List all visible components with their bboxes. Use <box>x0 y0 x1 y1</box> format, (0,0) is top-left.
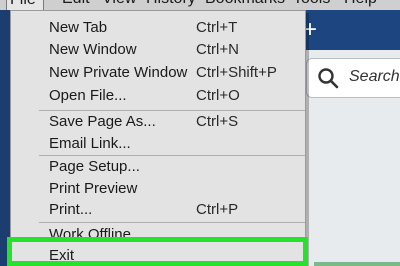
menu-item-new-tab[interactable]: New Tab Ctrl+T <box>11 16 305 38</box>
search-box[interactable]: Search <box>306 58 400 98</box>
search-placeholder: Search <box>349 68 400 85</box>
exit-highlight-box <box>7 237 308 266</box>
window-edge <box>0 10 10 266</box>
menu-item-save-page-as[interactable]: Save Page As... Ctrl+S <box>11 110 305 132</box>
menu-tools[interactable]: Tools <box>293 0 330 8</box>
menu-item-label: Email Link... <box>49 135 131 152</box>
menu-item-shortcut: Ctrl+P <box>196 201 239 218</box>
menu-item-label: New Private Window <box>49 64 188 81</box>
menu-item-label: Print Preview <box>49 180 138 197</box>
menu-item-new-window[interactable]: New Window Ctrl+N <box>11 38 305 60</box>
status-strip <box>314 262 400 266</box>
menu-item-shortcut: Ctrl+S <box>196 113 239 130</box>
menu-item-open-file[interactable]: Open File... Ctrl+O <box>11 84 305 106</box>
menu-view[interactable]: View <box>102 0 136 8</box>
menu-item-page-setup[interactable]: Page Setup... <box>11 155 305 177</box>
menu-item-shortcut: Ctrl+T <box>196 19 238 36</box>
menu-item-shortcut: Ctrl+Shift+P <box>196 64 277 81</box>
menu-item-print-preview[interactable]: Print Preview <box>11 177 305 199</box>
menu-item-label: Page Setup... <box>49 158 140 175</box>
menu-item-label: Print... <box>49 201 93 218</box>
menu-help[interactable]: Help <box>344 0 377 8</box>
menu-bookmarks[interactable]: Bookmarks <box>205 0 285 8</box>
menu-bar: File Edit View History Bookmarks Tools H… <box>0 0 400 10</box>
menu-item-label: Save Page As... <box>49 113 156 130</box>
menu-item-label: New Tab <box>49 19 108 36</box>
menu-item-new-private-window[interactable]: New Private Window Ctrl+Shift+P <box>11 61 305 83</box>
search-icon <box>318 68 339 89</box>
menu-item-email-link[interactable]: Email Link... <box>11 132 305 154</box>
menu-file[interactable]: File <box>6 0 44 10</box>
menu-item-shortcut: Ctrl+N <box>196 41 239 58</box>
menu-history[interactable]: History <box>146 0 196 8</box>
menu-item-shortcut: Ctrl+O <box>196 87 240 104</box>
menu-item-label: New Window <box>49 41 137 58</box>
menu-item-label: Open File... <box>49 87 127 104</box>
menu-item-print[interactable]: Print... Ctrl+P <box>11 198 305 220</box>
file-menu-dropdown: New Tab Ctrl+T New Window Ctrl+N New Pri… <box>10 10 306 266</box>
menu-edit[interactable]: Edit <box>62 0 90 8</box>
